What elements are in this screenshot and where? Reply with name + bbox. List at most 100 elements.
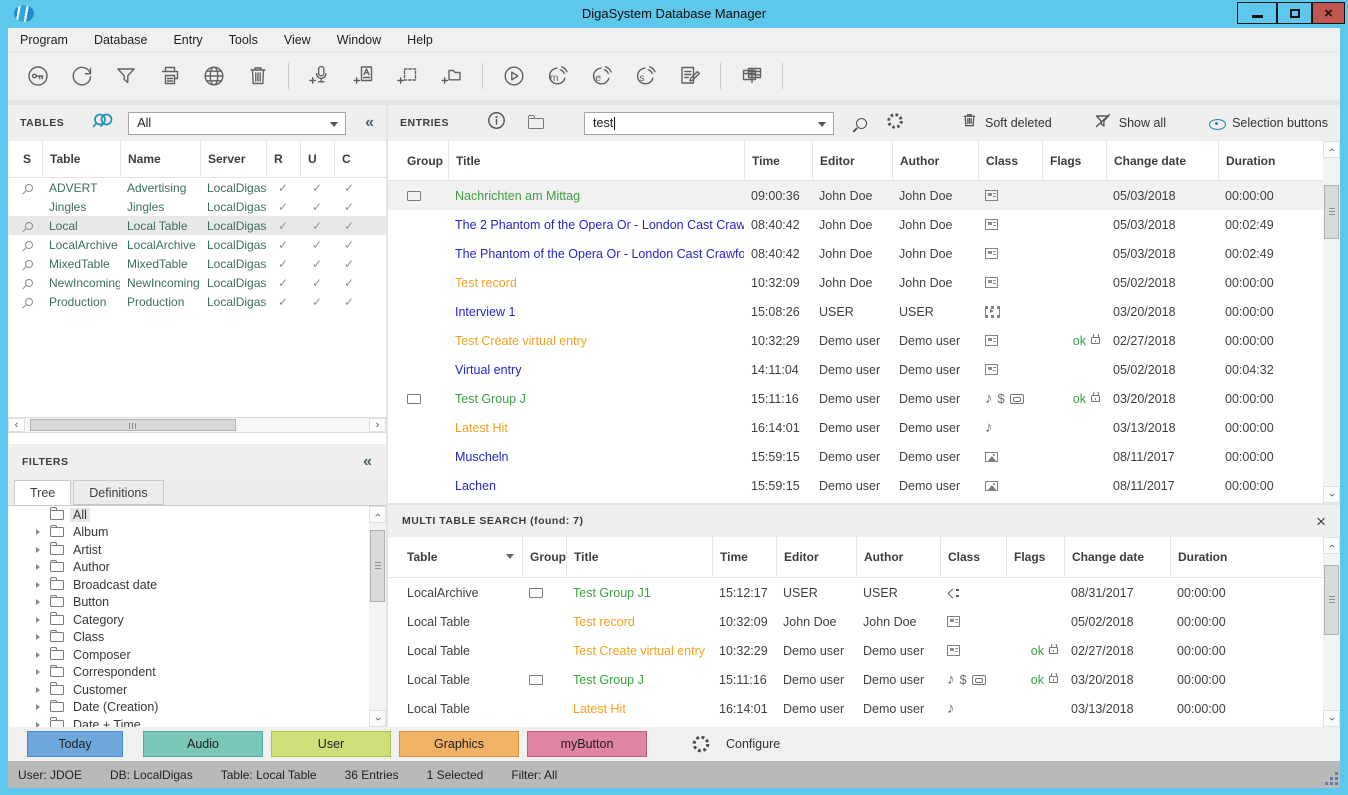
soft-deleted-icon[interactable] — [961, 112, 978, 134]
expander-icon[interactable] — [36, 599, 50, 605]
scroll-up-icon[interactable]: › — [1323, 537, 1340, 554]
multi-table-icon[interactable] — [738, 63, 765, 90]
edit-entry-icon[interactable] — [676, 63, 703, 90]
quick-button-audio[interactable]: Audio — [143, 731, 263, 757]
expander-icon[interactable] — [36, 687, 50, 693]
quick-button-user[interactable]: User — [271, 731, 391, 757]
broadcast-e-icon[interactable]: e — [588, 63, 615, 90]
multi-search-row[interactable]: Local TableTest Group J15:11:16Demo user… — [388, 665, 1340, 694]
entry-row[interactable]: Test Group J15:11:16Demo userDemo userok… — [388, 384, 1340, 413]
column-header-s[interactable]: S — [16, 141, 42, 177]
column-header-author[interactable]: Author — [856, 537, 940, 577]
column-header-time[interactable]: Time — [712, 537, 776, 577]
quick-button-graphics[interactable]: Graphics — [399, 731, 519, 757]
add-audio-icon[interactable] — [306, 63, 333, 90]
entry-row[interactable]: Lachen15:59:15Demo userDemo user08/11/20… — [388, 471, 1340, 500]
menu-item-database[interactable]: Database — [94, 33, 148, 47]
quick-button-mybutton[interactable]: myButton — [527, 731, 647, 757]
expander-icon[interactable] — [36, 704, 50, 710]
filter-tree-item[interactable]: Broadcast date — [8, 576, 386, 594]
column-header-group[interactable]: Group — [400, 141, 448, 180]
table-row[interactable]: MixedTableMixedTableLocalDigas — [8, 254, 386, 273]
add-marker-icon[interactable] — [394, 63, 421, 90]
filter-tree-item[interactable]: Category — [8, 611, 386, 629]
broadcast-m-icon[interactable]: m — [544, 63, 571, 90]
expander-icon[interactable] — [36, 529, 50, 535]
column-header-duration[interactable]: Duration — [1170, 537, 1250, 577]
globe-icon[interactable] — [200, 63, 227, 90]
column-header-name[interactable]: Name — [120, 141, 200, 177]
column-header-change-date[interactable]: Change date — [1064, 537, 1170, 577]
filter-tree-item[interactable]: All — [8, 506, 386, 524]
column-header-u[interactable]: U — [300, 141, 334, 177]
collapse-filters-icon[interactable]: « — [363, 453, 372, 471]
entry-row[interactable]: Latest Hit16:14:01Demo userDemo user03/1… — [388, 413, 1340, 442]
tree-scrollbar[interactable]: › › — [369, 506, 386, 727]
multi-search-row[interactable]: Local TableTest record10:32:09John DoeJo… — [388, 607, 1340, 636]
column-header-class[interactable]: Class — [940, 537, 1006, 577]
filter-tree-item[interactable]: Album — [8, 524, 386, 542]
tables-filter-select[interactable]: All — [128, 112, 346, 135]
add-group-icon[interactable] — [438, 63, 465, 90]
entry-row[interactable]: Nachrichten am Mittag09:00:36John DoeJoh… — [388, 181, 1340, 210]
key-icon[interactable] — [24, 63, 51, 90]
column-header-title[interactable]: Title — [448, 141, 744, 180]
table-row[interactable]: ProductionProductionLocalDigas — [8, 292, 386, 311]
multi-search-scrollbar[interactable]: › › — [1323, 537, 1340, 727]
scrollbar-thumb[interactable] — [370, 530, 385, 602]
folder-icon[interactable] — [528, 118, 544, 129]
column-header-c[interactable]: C — [334, 141, 364, 177]
filter-tree-item[interactable]: Date (Creation) — [8, 699, 386, 717]
scrollbar-thumb[interactable] — [30, 419, 236, 431]
column-header-change-date[interactable]: Change date — [1106, 141, 1218, 180]
column-header-server[interactable]: Server — [200, 141, 266, 177]
entries-search-input[interactable]: test — [584, 112, 834, 135]
multi-search-row[interactable]: Local TableTest Create virtual entry10:3… — [388, 636, 1340, 665]
filter-tree-item[interactable]: Class — [8, 629, 386, 647]
print-icon[interactable] — [156, 63, 183, 90]
table-row[interactable]: LocalArchiveLocalArchiveLocalDigas — [8, 235, 386, 254]
menu-item-window[interactable]: Window — [337, 33, 381, 47]
table-row[interactable]: JinglesJinglesLocalDigas — [8, 197, 386, 216]
entries-scrollbar[interactable]: › › — [1323, 141, 1340, 503]
broadcast-s-icon[interactable]: s — [632, 63, 659, 90]
filter-tree-item[interactable]: Artist — [8, 541, 386, 559]
table-row[interactable]: LocalLocal TableLocalDigas — [8, 216, 386, 235]
multi-search-row[interactable]: LocalArchiveTest Group J115:12:17USERUSE… — [388, 578, 1340, 607]
collapse-tables-icon[interactable]: « — [365, 114, 374, 132]
entry-row[interactable]: Test Create virtual entry10:32:29Demo us… — [388, 326, 1340, 355]
show-all-label[interactable]: Show all — [1119, 116, 1166, 130]
filter-tree-item[interactable]: Button — [8, 594, 386, 612]
close-button[interactable]: × — [1312, 2, 1345, 24]
filter-tree-item[interactable]: Author — [8, 559, 386, 577]
column-header-editor[interactable]: Editor — [812, 141, 892, 180]
filter-tree-item[interactable]: Date + Time — [8, 716, 386, 727]
resize-grip[interactable] — [1327, 774, 1338, 785]
column-header-r[interactable]: R — [266, 141, 300, 177]
expander-icon[interactable] — [36, 652, 50, 658]
expander-icon[interactable] — [36, 582, 50, 588]
entry-row[interactable]: Interview 115:08:26USERUSER03/20/201800:… — [388, 297, 1340, 326]
refresh-icon[interactable] — [68, 63, 95, 90]
play-icon[interactable] — [500, 63, 527, 90]
scroll-right-icon[interactable]: › — [369, 418, 386, 432]
column-header-flags[interactable]: Flags — [1006, 537, 1064, 577]
expander-icon[interactable] — [36, 634, 50, 640]
filter-tree-item[interactable]: Correspondent — [8, 664, 386, 682]
column-header-duration[interactable]: Duration — [1218, 141, 1298, 180]
scroll-up-icon[interactable]: › — [1323, 141, 1340, 158]
tables-horizontal-scrollbar[interactable]: ‹ › — [8, 417, 386, 433]
entry-row[interactable]: The 2 Phantom of the Opera Or - London C… — [388, 210, 1340, 239]
column-header-editor[interactable]: Editor — [776, 537, 856, 577]
tab-tree[interactable]: Tree — [14, 480, 71, 505]
scrollbar-thumb[interactable] — [1324, 185, 1339, 239]
column-header-time[interactable]: Time — [744, 141, 812, 180]
search-icon[interactable] — [856, 118, 867, 129]
menu-item-program[interactable]: Program — [20, 33, 68, 47]
delete-icon[interactable] — [244, 63, 271, 90]
search-settings-icon[interactable] — [885, 111, 905, 136]
menu-item-help[interactable]: Help — [407, 33, 433, 47]
close-panel-icon[interactable]: × — [1316, 513, 1326, 530]
scrollbar-thumb[interactable] — [1324, 565, 1339, 635]
scroll-down-icon[interactable]: › — [1323, 486, 1340, 503]
